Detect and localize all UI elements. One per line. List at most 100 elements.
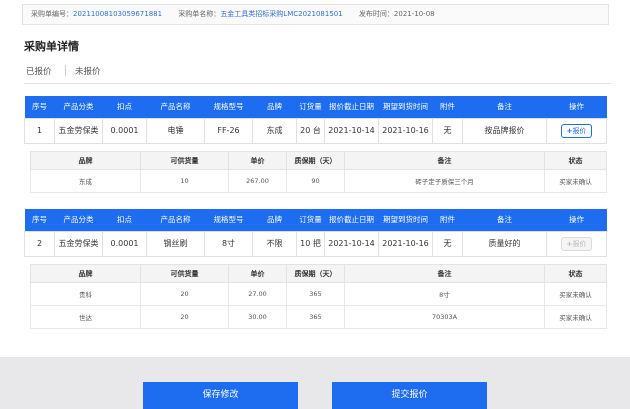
column-header: 品牌 xyxy=(252,96,297,118)
column-header: 订货量 xyxy=(296,209,325,231)
cell-deduction: 0.0001 xyxy=(102,117,147,144)
column-header: 质保期（天） xyxy=(286,151,345,170)
column-header: 序号 xyxy=(24,209,55,231)
column-header: 备注 xyxy=(462,209,547,231)
column-header: 规格型号 xyxy=(204,96,253,118)
cell-attachment: 无 xyxy=(432,230,463,257)
bid-remark: 8寸 xyxy=(344,282,545,306)
save-changes-button[interactable]: 保存修改 xyxy=(143,382,298,409)
cell-expected-date: 2021-10-16 xyxy=(378,230,433,257)
submit-quote-button[interactable]: 提交报价 xyxy=(332,382,487,409)
column-header: 扣点 xyxy=(102,209,147,231)
order-table-header: 序号 产品分类 扣点 产品名称 规格型号 品牌 订货量 报价截止日期 期望到货时… xyxy=(24,209,607,231)
table-row: 1 五金劳保类 0.0001 电锤 FF-26 东成 20 台 2021-10-… xyxy=(24,117,607,144)
table-row: 贵科 20 27.00 365 8寸 买家未确认 xyxy=(30,282,607,306)
order-info-bar: 采购单编号：20211008103059671881 采购单名称：五金工具类招标… xyxy=(22,4,609,25)
column-header: 备注 xyxy=(344,151,545,170)
cell-product-name: 钢丝刷 xyxy=(146,230,205,257)
bid-quantity: 10 xyxy=(140,169,229,193)
column-header: 操作 xyxy=(546,96,607,118)
column-header: 期望到货时间 xyxy=(378,209,433,231)
bid-status: 买家未确认 xyxy=(544,169,607,193)
cell-brand: 不限 xyxy=(252,230,297,257)
column-header: 状态 xyxy=(544,151,607,170)
quote-button[interactable]: +报价 xyxy=(561,123,592,138)
order-table-2: 序号 产品分类 扣点 产品名称 规格型号 品牌 订货量 报价截止日期 期望到货时… xyxy=(24,209,607,257)
cell-remark: 质量好的 xyxy=(462,230,547,257)
cell-brand: 东成 xyxy=(252,117,297,144)
page-title: 采购单详情 xyxy=(24,40,79,53)
column-header: 操作 xyxy=(546,209,607,231)
column-header: 品牌 xyxy=(30,264,141,283)
order-no-value: 20211008103059671881 xyxy=(73,10,163,18)
order-name-label: 采购单名称： xyxy=(178,10,221,18)
quote-button-label: 报价 xyxy=(572,126,587,135)
column-header: 产品名称 xyxy=(146,96,205,118)
column-header: 产品分类 xyxy=(54,209,103,231)
column-header: 产品名称 xyxy=(146,209,205,231)
bid-brand: 东成 xyxy=(30,169,141,193)
order-table-header: 序号 产品分类 扣点 产品名称 规格型号 品牌 订货量 报价截止日期 期望到货时… xyxy=(24,96,607,118)
column-header: 订货量 xyxy=(296,96,325,118)
column-header: 规格型号 xyxy=(204,209,253,231)
column-header: 品牌 xyxy=(30,151,141,170)
publish-time-value: 2021-10-08 xyxy=(393,10,435,18)
bid-price: 27.00 xyxy=(228,282,287,306)
cell-spec: 8寸 xyxy=(204,230,253,257)
column-header: 附件 xyxy=(432,96,463,118)
bid-table-2: 品牌 可供货量 单价 质保期（天） 备注 状态 贵科 20 27.00 365 … xyxy=(30,264,607,329)
tab-unquoted[interactable]: 未报价 xyxy=(75,65,101,77)
column-header: 品牌 xyxy=(252,209,297,231)
tab-divider xyxy=(65,65,66,76)
column-header: 备注 xyxy=(462,96,547,118)
column-header: 序号 xyxy=(24,96,55,118)
quote-button-label: 报价 xyxy=(572,239,587,248)
cell-deadline: 2021-10-14 xyxy=(324,117,379,144)
column-header: 报价截止日期 xyxy=(324,96,379,118)
bid-remark: 70303A xyxy=(344,305,545,329)
column-header: 可供货量 xyxy=(140,264,229,283)
column-header: 质保期（天） xyxy=(286,264,345,283)
bid-quantity: 20 xyxy=(140,282,229,306)
cell-index: 1 xyxy=(24,117,55,144)
bid-price: 267.00 xyxy=(228,169,287,193)
bid-quantity: 20 xyxy=(140,305,229,329)
quote-button-disabled[interactable]: +报价 xyxy=(561,236,592,251)
column-header: 报价截止日期 xyxy=(324,209,379,231)
bid-warranty: 365 xyxy=(286,305,345,329)
bid-table-header: 品牌 可供货量 单价 质保期（天） 备注 状态 xyxy=(30,264,607,283)
cell-index: 2 xyxy=(24,230,55,257)
column-header: 单价 xyxy=(228,264,287,283)
column-header: 状态 xyxy=(544,264,607,283)
order-no-label: 采购单编号： xyxy=(31,10,73,18)
cell-deadline: 2021-10-14 xyxy=(324,230,379,257)
order-name: 采购单名称：五金工具类招标采购LMC2021081501 xyxy=(178,5,342,24)
column-header: 附件 xyxy=(432,209,463,231)
cell-quantity: 20 台 xyxy=(296,117,325,144)
cell-quantity: 10 把 xyxy=(296,230,325,257)
cell-product-name: 电锤 xyxy=(146,117,205,144)
table-row: 东成 10 267.00 90 砖子定子质保三个月 买家未确认 xyxy=(30,169,607,193)
table-row: 2 五金劳保类 0.0001 钢丝刷 8寸 不限 10 把 2021-10-14… xyxy=(24,230,607,257)
bid-status: 买家未确认 xyxy=(544,305,607,329)
bid-brand: 贵科 xyxy=(30,282,141,306)
column-header: 备注 xyxy=(344,264,545,283)
order-table-1: 序号 产品分类 扣点 产品名称 规格型号 品牌 订货量 报价截止日期 期望到货时… xyxy=(24,96,607,144)
bid-warranty: 90 xyxy=(286,169,345,193)
cell-expected-date: 2021-10-16 xyxy=(378,117,433,144)
cell-deduction: 0.0001 xyxy=(102,230,147,257)
column-header: 产品分类 xyxy=(54,96,103,118)
cell-category: 五金劳保类 xyxy=(54,117,103,144)
cell-remark: 按品牌报价 xyxy=(462,117,547,144)
quote-status-tabs: 已报价 未报价 xyxy=(24,62,611,84)
tab-quoted[interactable]: 已报价 xyxy=(26,65,52,77)
bid-warranty: 365 xyxy=(286,282,345,306)
bid-table-1: 品牌 可供货量 单价 质保期（天） 备注 状态 东成 10 267.00 90 … xyxy=(30,151,607,193)
footer-bar: 保存修改 提交报价 xyxy=(0,357,630,409)
cell-category: 五金劳保类 xyxy=(54,230,103,257)
table-row: 世达 20 30.00 365 70303A 买家未确认 xyxy=(30,305,607,329)
cell-spec: FF-26 xyxy=(204,117,253,144)
column-header: 可供货量 xyxy=(140,151,229,170)
order-name-value: 五金工具类招标采购LMC2021081501 xyxy=(220,10,343,18)
cell-action: +报价 xyxy=(546,230,607,257)
